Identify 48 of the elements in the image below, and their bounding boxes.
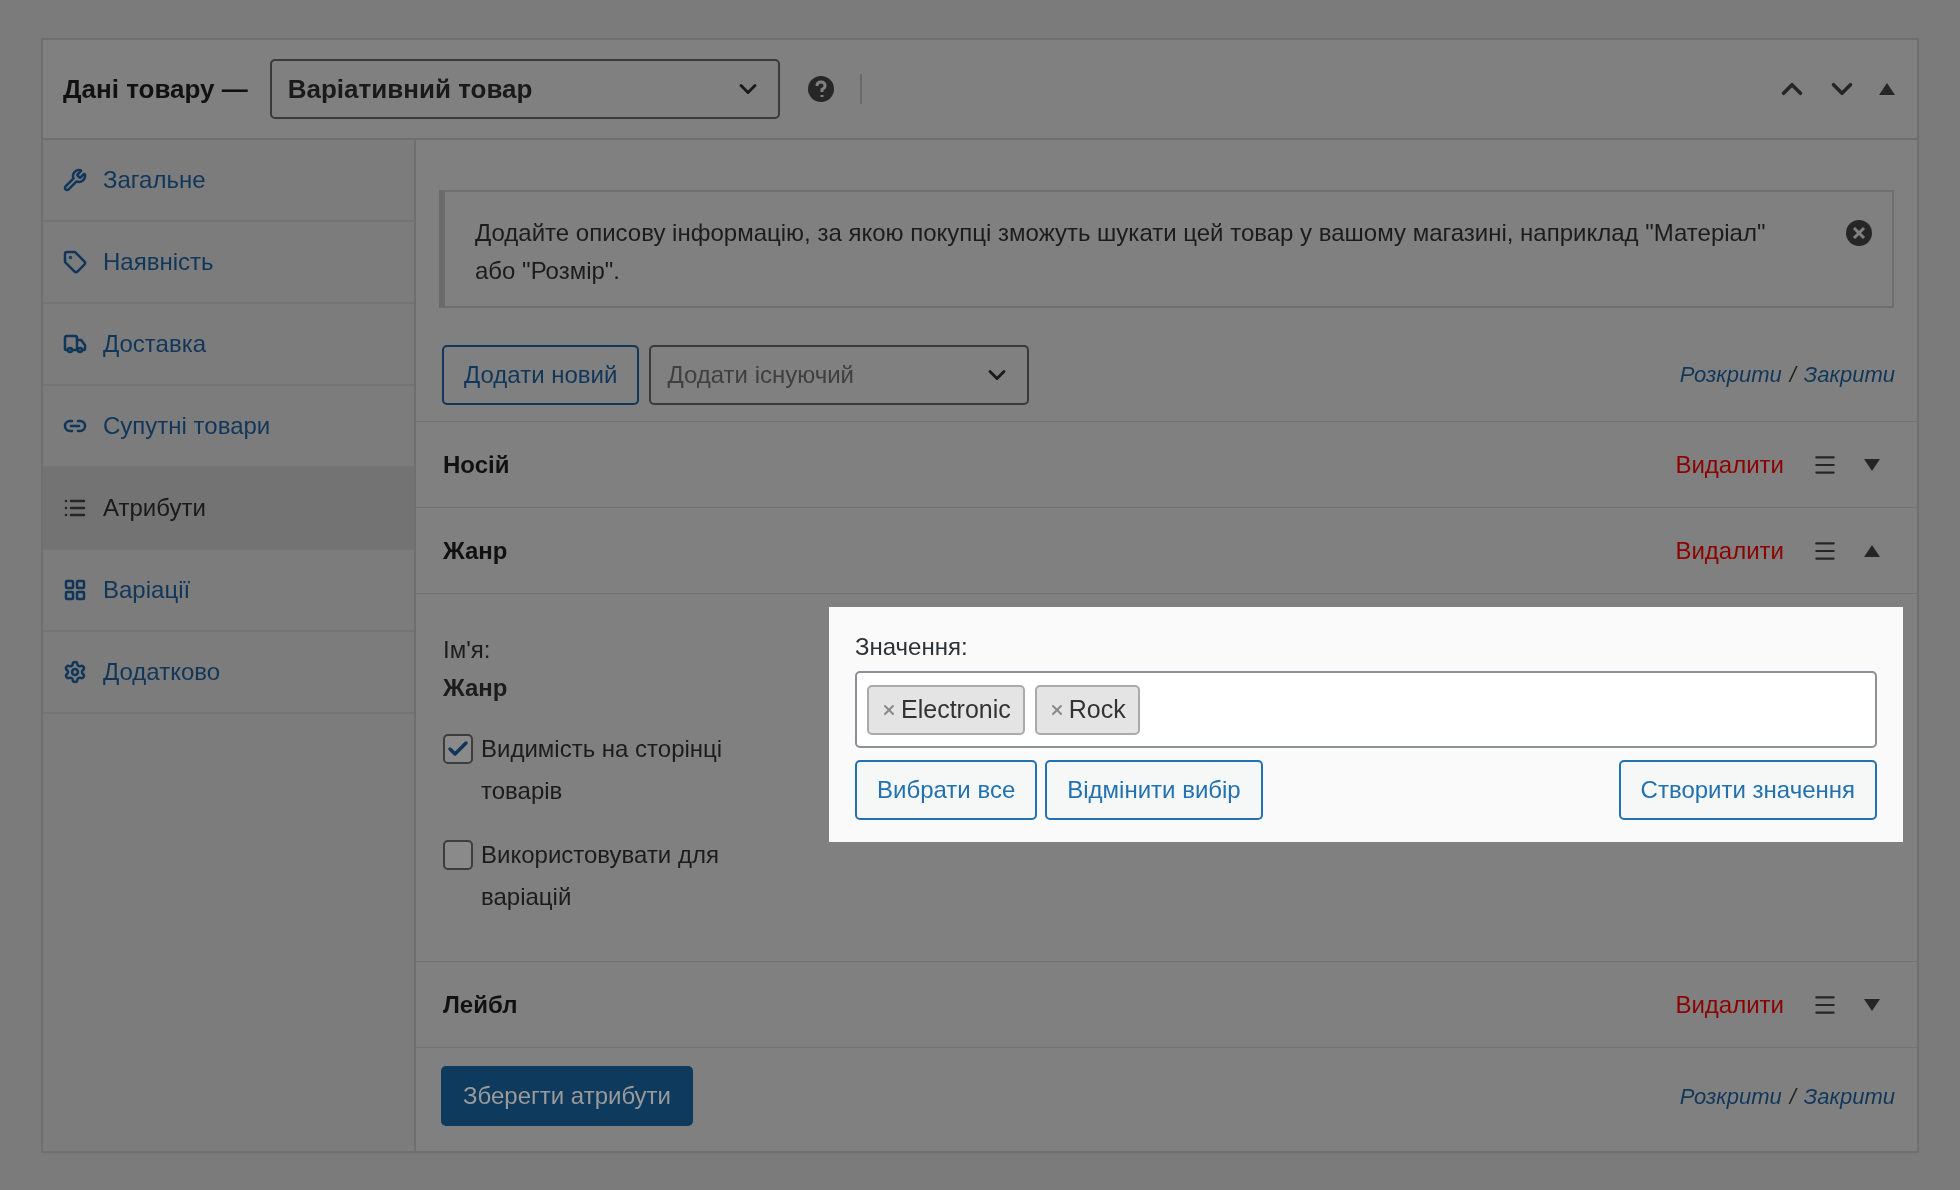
expand-link[interactable]: Розкрити xyxy=(1679,1079,1782,1113)
triangle-up-icon[interactable] xyxy=(1864,544,1880,557)
checkbox[interactable] xyxy=(443,840,473,870)
sidebar-item[interactable]: Загальне xyxy=(43,140,414,222)
wrench-icon xyxy=(63,168,87,192)
name-label: Ім'я: xyxy=(443,635,492,665)
triangle-down-icon[interactable] xyxy=(1864,458,1880,471)
sidebar-item[interactable]: Додатково xyxy=(43,632,414,714)
create-value-button[interactable]: Створити значення xyxy=(1618,760,1877,820)
values-field[interactable]: Electronic Rock xyxy=(855,671,1877,748)
delete-link[interactable]: Видалити xyxy=(1675,532,1784,569)
attribute-name[interactable]: Лейбл xyxy=(443,986,1676,1023)
delete-link[interactable]: Видалити xyxy=(1675,986,1784,1023)
attribute-name[interactable]: Жанр xyxy=(443,532,1676,569)
add-new-button[interactable]: Додати новий xyxy=(442,344,640,405)
checkbox[interactable] xyxy=(443,734,473,764)
add-existing-select[interactable]: Додати існуючий xyxy=(649,344,1030,405)
separator-text: / xyxy=(1789,361,1796,389)
panel-title: Дані товару — xyxy=(63,72,248,106)
collapse-link[interactable]: Закрити xyxy=(1803,358,1895,391)
grid-icon xyxy=(63,578,87,602)
separator-text: / xyxy=(1789,1082,1796,1111)
product-type-select[interactable]: Варіативний товар xyxy=(269,59,780,119)
expand-link[interactable]: Розкрити xyxy=(1679,358,1782,391)
sidebar-item[interactable]: Доставка xyxy=(43,304,414,386)
collapse-link[interactable]: Закрити xyxy=(1803,1079,1895,1113)
triangle-up-icon[interactable] xyxy=(1879,83,1895,95)
help-icon[interactable] xyxy=(807,76,834,102)
values-label: Значення: xyxy=(855,632,969,662)
sidebar-item[interactable]: Варіації xyxy=(43,550,414,632)
notice-text: Додайте описову інформацію, за якою покупці зможуть шукати цей товар у вашому магазині, наприклад "Матеріал" або "Розмір". xyxy=(475,218,1767,286)
close-icon[interactable] xyxy=(1846,220,1872,246)
checkbox-label: Видимість на сторінці товарів xyxy=(481,734,724,806)
name-value: Жанр xyxy=(443,673,509,703)
triangle-down-icon[interactable] xyxy=(1864,998,1880,1011)
value-tag[interactable]: Rock xyxy=(1034,684,1140,735)
attribute-name[interactable]: Носій xyxy=(443,446,1676,483)
sidebar-item[interactable]: Атрибути xyxy=(43,468,414,550)
settings-icon xyxy=(63,660,87,684)
save-attributes-button[interactable]: Зберегти атрибути xyxy=(441,1066,694,1126)
sidebar-item[interactable]: Наявність xyxy=(43,222,414,304)
deselect-button[interactable]: Відмінити вибір xyxy=(1045,760,1263,820)
checkbox-label: Використовувати для варіацій xyxy=(481,840,720,912)
tag-icon xyxy=(63,250,87,274)
delete-link[interactable]: Видалити xyxy=(1675,446,1784,483)
select-all-button[interactable]: Вибрати все xyxy=(855,760,1038,820)
truck-icon xyxy=(63,332,87,356)
value-tag[interactable]: Electronic xyxy=(867,684,1025,735)
